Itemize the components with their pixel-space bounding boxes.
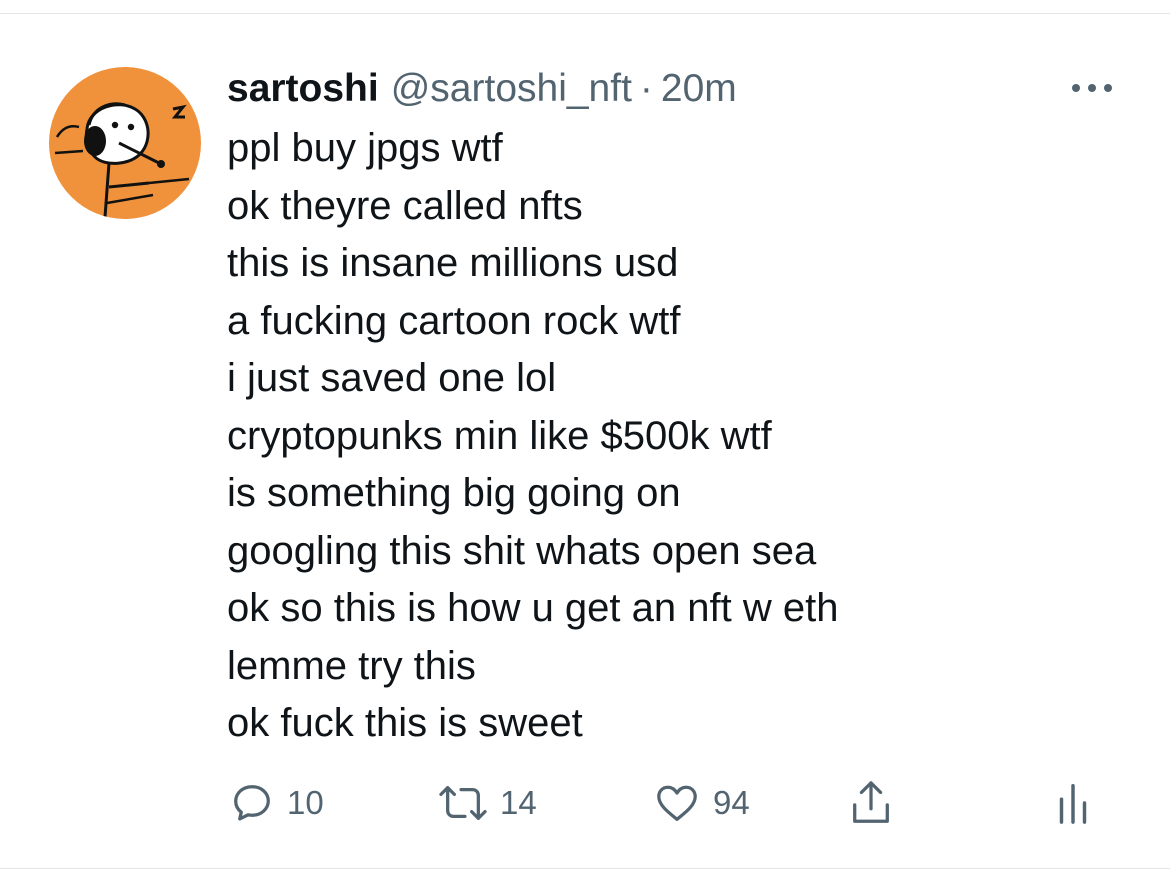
tweet-line: lemme try this xyxy=(227,643,476,688)
handle[interactable]: @sartoshi_nft xyxy=(391,64,632,114)
tweet-header: sartoshi @sartoshi_nft · 20m xyxy=(227,64,737,114)
action-bar: 10 14 94 xyxy=(0,778,1170,828)
tweet-line: ppl buy jpgs wtf xyxy=(227,126,503,170)
retweet-button[interactable]: 14 xyxy=(438,778,537,828)
tweet-line: ok fuck this is sweet xyxy=(227,701,583,745)
reply-count: 10 xyxy=(287,784,324,821)
like-button[interactable]: 94 xyxy=(653,778,750,828)
analytics-button[interactable] xyxy=(1055,778,1091,828)
tweet-line: is something big going on xyxy=(227,471,681,515)
retweet-icon xyxy=(439,786,487,820)
tweet-line: googling this shit whats open sea xyxy=(227,528,817,573)
retweet-count: 14 xyxy=(500,784,537,821)
tweet-line: i just saved one lol xyxy=(227,356,557,400)
reply-icon xyxy=(234,785,270,821)
tweet-line: ok so this is how u get an nft w eth xyxy=(227,586,839,630)
timestamp[interactable]: 20m xyxy=(661,64,737,114)
more-button[interactable] xyxy=(1066,70,1118,106)
more-icon xyxy=(1072,84,1112,92)
display-name[interactable]: sartoshi xyxy=(227,64,379,114)
tweet-page: sartoshi @sartoshi_nft · 20m ppl buy jpg… xyxy=(0,0,1170,880)
tweet-line: ok theyre called nfts xyxy=(227,183,583,228)
tweet-line: this is insane millions usd xyxy=(227,241,679,285)
avatar[interactable] xyxy=(49,67,201,219)
share-icon xyxy=(853,781,889,823)
tweet-line: a fucking cartoon rock wtf xyxy=(227,298,681,343)
top-divider xyxy=(0,13,1170,14)
share-button[interactable] xyxy=(848,778,894,828)
heart-icon xyxy=(657,785,697,821)
bottom-divider xyxy=(0,868,1170,869)
like-count: 94 xyxy=(713,784,750,821)
analytics-icon xyxy=(1059,784,1087,824)
reply-button[interactable]: 10 xyxy=(229,778,324,828)
cartoon-avatar-icon xyxy=(49,67,201,219)
tweet-line: cryptopunks min like $500k wtf xyxy=(227,413,772,458)
tweet-text: ppl buy jpgs wtf ok theyre called nfts t… xyxy=(227,120,1127,753)
separator: · xyxy=(639,67,653,110)
